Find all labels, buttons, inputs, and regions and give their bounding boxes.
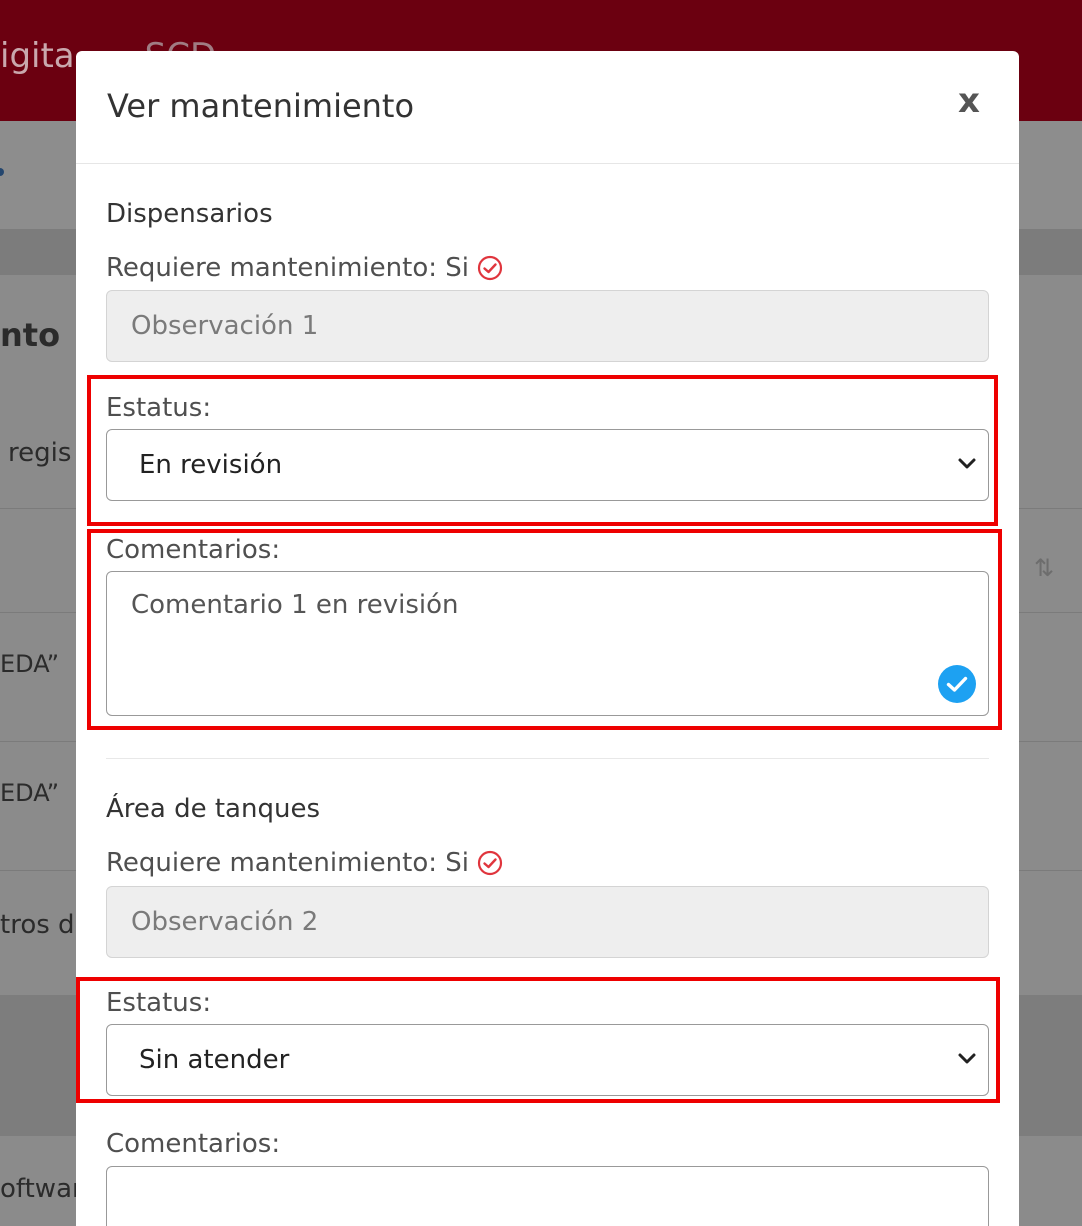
check-circle-icon — [477, 255, 503, 281]
observation-field: Observación 1 — [106, 290, 989, 362]
observation-field: Observación 2 — [106, 886, 989, 958]
section-title-area-tanques: Área de tanques — [106, 794, 320, 824]
table-row: EDA” — [0, 779, 60, 807]
comments-textarea[interactable] — [106, 1166, 989, 1226]
close-button[interactable]: x — [958, 81, 980, 121]
modal-header: Ver mantenimiento x — [76, 51, 1019, 164]
check-circle-icon — [477, 850, 503, 876]
section-divider — [106, 758, 989, 759]
requires-maintenance-text: Requiere mantenimiento: Si — [106, 848, 469, 878]
modal-title: Ver mantenimiento — [107, 87, 415, 125]
highlight-status-dispensarios — [87, 375, 998, 526]
section-title-dispensarios: Dispensarios — [106, 199, 273, 229]
background-page-heading: nto — [0, 316, 61, 354]
sort-icon[interactable]: ⇅ — [1034, 554, 1054, 582]
background-footer-text: oftwar — [0, 1174, 83, 1204]
highlight-status-tanques — [76, 977, 1000, 1103]
requires-maintenance-label: Requiere mantenimiento: Si — [106, 848, 503, 878]
background-records-info: tros d — [0, 910, 75, 940]
background-records-label: regis — [8, 438, 72, 468]
requires-maintenance-label: Requiere mantenimiento: Si — [106, 253, 503, 283]
comments-label: Comentarios: — [106, 1129, 281, 1159]
requires-maintenance-text: Requiere mantenimiento: Si — [106, 253, 469, 283]
brand-text: igita — [0, 36, 75, 76]
highlight-comments-dispensarios — [87, 529, 1002, 730]
table-row: EDA” — [0, 650, 60, 678]
